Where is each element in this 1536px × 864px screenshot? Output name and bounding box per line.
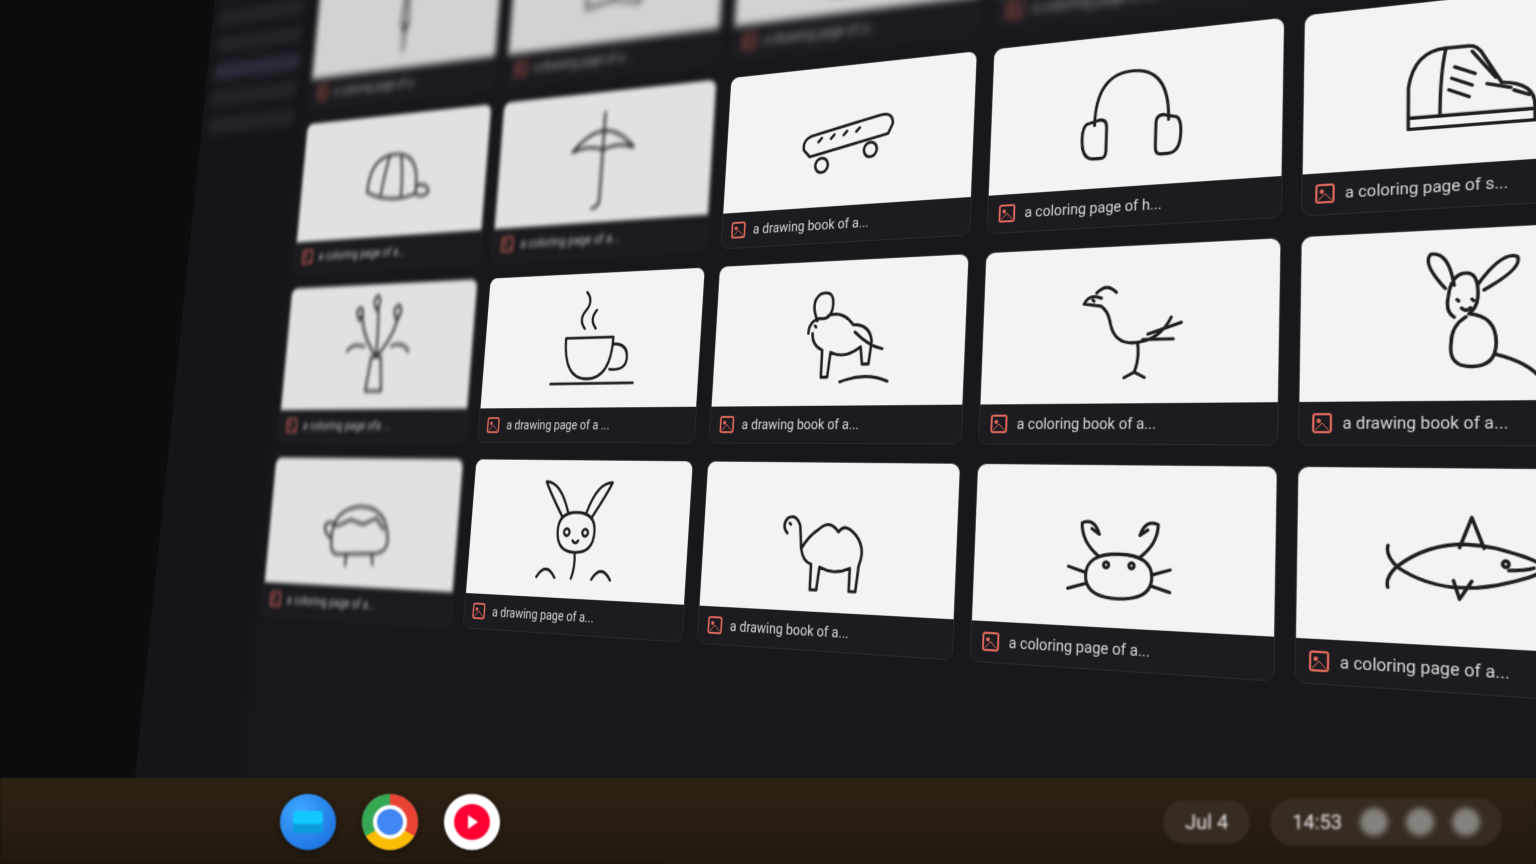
image-icon	[707, 616, 722, 634]
card-caption: a drawing book of a...	[741, 415, 859, 433]
image-icon	[731, 221, 746, 238]
thumbnail-tortoise	[265, 458, 464, 593]
thumbnail-sneaker	[1302, 0, 1536, 175]
image-icon	[1308, 650, 1328, 672]
image-icon	[999, 204, 1016, 223]
image-icon	[1006, 0, 1023, 19]
card-caption: a coloring page of a...	[1340, 652, 1510, 684]
thumbnail-crab	[972, 464, 1276, 637]
card-caption: a coloring book of a...	[1016, 414, 1156, 433]
notification-icon	[1360, 808, 1388, 836]
image-icon	[472, 602, 486, 619]
status-tray[interactable]: 14:53	[1270, 798, 1502, 846]
card-caption: a drawing page of a...	[492, 604, 595, 627]
card-caption: a coloring page of a...	[286, 592, 376, 613]
card-caption: a coloring page of a...	[333, 74, 421, 99]
taskbar-time: 14:53	[1292, 810, 1342, 834]
gallery-card[interactable]: a coloring page of s...	[1301, 0, 1536, 217]
image-icon	[487, 417, 500, 433]
thumbnail-shark	[1296, 467, 1536, 658]
gallery-card[interactable]: a coloring page of a...	[261, 457, 464, 628]
gallery-card[interactable]: a drawing book of a...	[720, 50, 978, 249]
gallery-card[interactable]: a coloring book of a...	[978, 237, 1281, 445]
gallery-card[interactable]: a coloring page of h...	[986, 17, 1284, 235]
gallery-card[interactable]: a coloring page of a...	[1294, 466, 1536, 707]
gallery-card[interactable]: a coloring page of a...	[293, 103, 492, 273]
app-window: a coloring page of a... a drawing page o…	[134, 0, 1536, 864]
files-app-icon[interactable]	[280, 794, 336, 850]
taskbar: Jul 4 14:53	[0, 778, 1536, 864]
youtube-music-app-icon[interactable]	[444, 794, 500, 850]
image-icon	[270, 591, 282, 607]
card-caption: a coloring page of h...	[1024, 194, 1162, 221]
battery-icon	[1452, 808, 1480, 836]
sidebar-item[interactable]	[213, 53, 300, 81]
wifi-icon	[1406, 808, 1434, 836]
card-caption: a drawing page of a ...	[506, 417, 610, 433]
thumbnail-cap	[297, 104, 492, 242]
date-pill[interactable]: Jul 4	[1163, 800, 1250, 844]
image-icon	[515, 61, 528, 77]
image-icon	[286, 418, 298, 433]
gallery-card[interactable]: a coloring page of a...	[970, 463, 1278, 682]
gallery-card[interactable]: a drawing book of a...	[708, 253, 969, 444]
image-icon	[982, 632, 1000, 652]
gallery-card[interactable]: a drawing page of a...	[505, 0, 728, 87]
gallery-grid: a coloring page of a... a drawing page o…	[261, 0, 1536, 707]
gallery-card[interactable]: a coloring page ofa ...	[277, 278, 478, 442]
card-caption: a drawing page of a...	[764, 18, 879, 48]
image-icon	[501, 236, 514, 252]
taskbar-date: Jul 4	[1185, 810, 1228, 834]
card-caption: a coloring page of a...	[520, 229, 621, 251]
gallery-panel: a coloring page of a... a drawing page o…	[236, 0, 1536, 864]
card-caption: a drawing book of a...	[729, 617, 849, 642]
sidebar-item[interactable]	[208, 108, 296, 134]
gallery-card[interactable]: a coloring page of a...	[492, 79, 717, 263]
card-caption: a coloring page of a...	[1032, 0, 1168, 16]
thumbnail-camel	[699, 462, 960, 620]
gallery-card[interactable]: a drawing page of a ...	[477, 267, 705, 444]
thumbnail-flowers	[281, 279, 478, 410]
gallery-card[interactable]: a drawing book of a...	[696, 461, 961, 661]
image-icon	[742, 33, 757, 51]
image-icon	[990, 415, 1007, 434]
sidebar-item[interactable]	[210, 80, 298, 107]
card-caption: a coloring page of s...	[1345, 172, 1508, 202]
image-icon	[719, 416, 734, 433]
thumbnail-ram	[711, 254, 968, 406]
thumbnail-skateboard	[723, 51, 977, 213]
card-caption: a coloring page of a...	[1008, 633, 1150, 661]
gallery-card[interactable]: a drawing page of a...	[463, 459, 694, 643]
thumbnail-fennec-fox	[466, 459, 692, 604]
image-icon	[317, 85, 329, 100]
thumbnail-umbrella	[495, 80, 716, 229]
sidebar-item[interactable]	[219, 0, 306, 27]
gallery-card[interactable]: a coloring page of a...	[309, 0, 506, 110]
image-icon	[302, 249, 314, 264]
gallery-card[interactable]: a drawing book of a...	[1297, 218, 1536, 447]
thumbnail-roadrunner-bird	[981, 238, 1280, 404]
image-icon	[1312, 413, 1332, 433]
card-caption: a coloring page ofa ...	[302, 418, 391, 433]
image-icon	[1315, 183, 1335, 204]
gallery-card[interactable]: a drawing page of a...	[732, 0, 986, 61]
sidebar-item[interactable]	[216, 25, 303, 54]
thumbnail-headphones	[989, 18, 1284, 196]
thumbnail-coffee-cup	[481, 268, 705, 409]
card-caption: a drawing book of a...	[753, 213, 870, 237]
card-caption: a coloring page of a...	[318, 243, 406, 263]
card-caption: a drawing book of a...	[1342, 412, 1508, 433]
thumbnail-jerboa	[1299, 219, 1536, 402]
chrome-app-icon[interactable]	[362, 794, 418, 850]
card-caption: a drawing page of a...	[533, 48, 633, 75]
